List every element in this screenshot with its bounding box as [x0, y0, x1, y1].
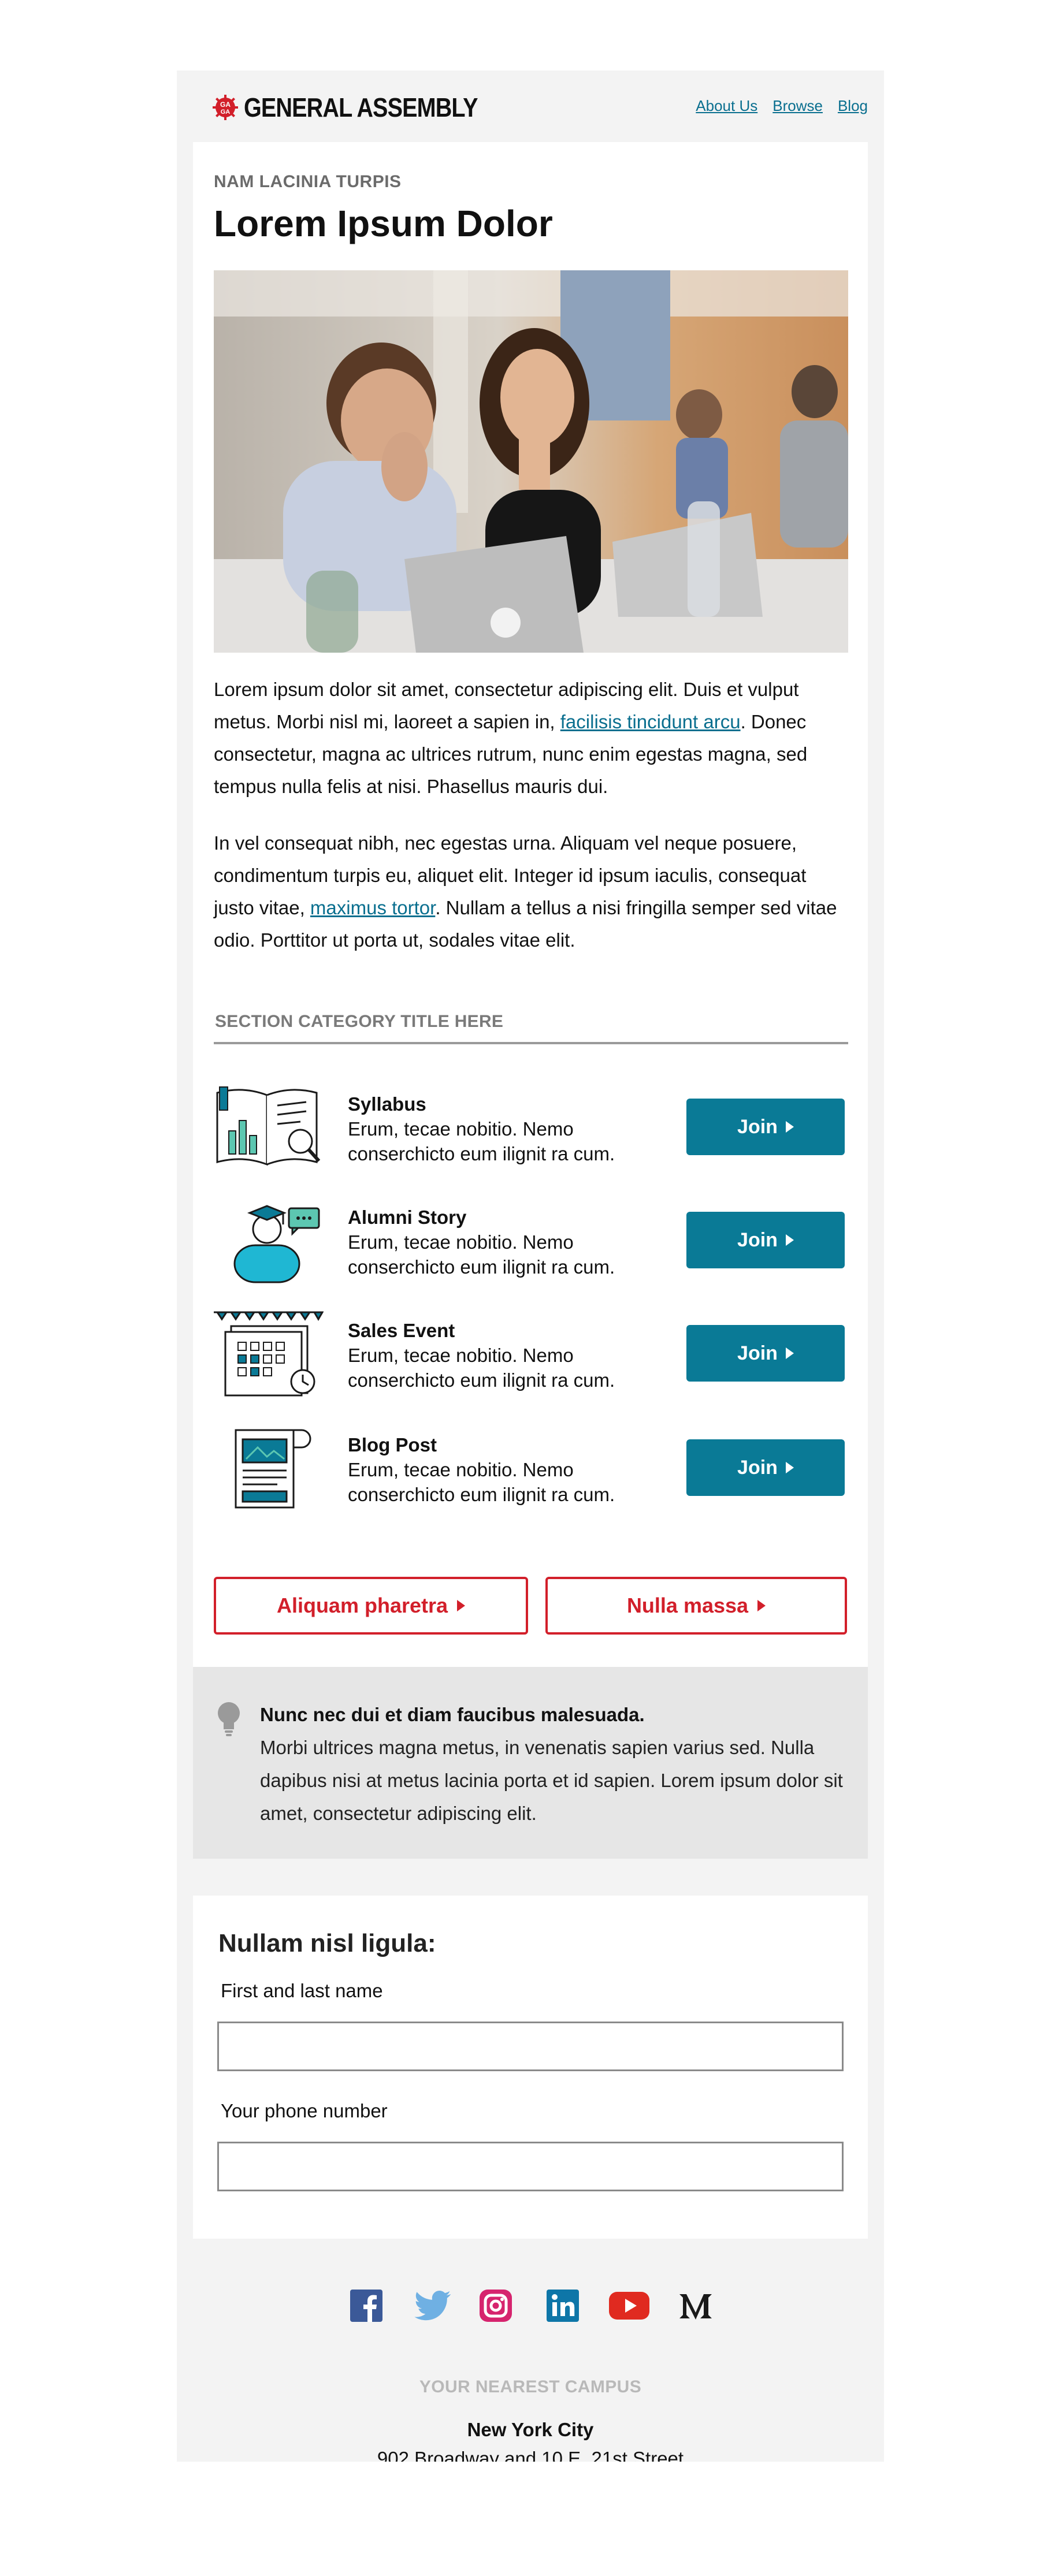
cta-right-label: Nulla massa [626, 1594, 749, 1617]
form-title: Nullam nisl ligula: [218, 1929, 436, 1957]
section-divider [214, 1042, 848, 1044]
join-button-syllabus[interactable]: Join [686, 1099, 845, 1155]
join-button-blog-post[interactable]: Join [686, 1439, 845, 1496]
play-arrow-icon [757, 1600, 766, 1611]
syllabus-text-block: Syllabus Erum, tecae nobitio. Nemo conse… [348, 1092, 671, 1166]
campus-city: New York City [467, 2419, 594, 2440]
phone-field-label: Your phone number [221, 2100, 388, 2121]
top-nav: About Us Browse Blog [696, 97, 868, 115]
email-frame: GA GA GENERAL ASSEMBLY About Us Browse B… [177, 70, 884, 2462]
svg-text:GA: GA [220, 100, 231, 109]
lightbulb-icon [218, 1702, 240, 1736]
facebook-icon[interactable] [350, 2290, 382, 2322]
list-item-description: Erum, tecae nobitio. Nemo conserchicto e… [348, 1459, 615, 1505]
campus-address: 902 Broadway and 10 E. 21st Street [377, 2448, 684, 2462]
inline-link-facilisis[interactable]: facilisis tincidunt arcu [560, 711, 741, 732]
play-arrow-icon [785, 1347, 794, 1359]
instagram-icon[interactable] [480, 2290, 512, 2322]
email-header: GA GA GENERAL ASSEMBLY About Us Browse B… [177, 70, 884, 142]
inline-link-maximus[interactable]: maximus tortor [310, 897, 435, 918]
blog-post-text-block: Blog Post Erum, tecae nobitio. Nemo cons… [348, 1432, 671, 1507]
join-button-label: Join [737, 1456, 778, 1479]
alumni-text-block: Alumni Story Erum, tecae nobitio. Nemo c… [348, 1205, 671, 1279]
sales-event-text-block: Sales Event Erum, tecae nobitio. Nemo co… [348, 1318, 671, 1393]
svg-text:GA: GA [221, 109, 231, 116]
campus-label: YOUR NEAREST CAMPUS [419, 2377, 642, 2396]
list-item-description: Erum, tecae nobitio. Nemo conserchicto e… [348, 1231, 615, 1278]
nav-link-blog[interactable]: Blog [838, 97, 868, 115]
youtube-icon[interactable] [609, 2290, 649, 2322]
tip-body: Morbi ultrices magna metus, in venenatis… [260, 1737, 843, 1824]
cta-nulla-massa-button[interactable]: Nulla massa [545, 1577, 847, 1635]
article-paragraph-1: Lorem ipsum dolor sit amet, consectetur … [214, 673, 849, 803]
join-button-sales-event[interactable]: Join [686, 1325, 845, 1382]
tip-text: Nunc nec dui et diam faucibus malesuada.… [260, 1698, 844, 1830]
article-title: Lorem Ipsum Dolor [214, 203, 553, 244]
list-item-syllabus: Syllabus Erum, tecae nobitio. Nemo conse… [214, 1084, 848, 1170]
name-field[interactable] [217, 2022, 844, 2071]
list-item-description: Erum, tecae nobitio. Nemo conserchicto e… [348, 1118, 615, 1164]
list-item-blog-post: Blog Post Erum, tecae nobitio. Nemo cons… [214, 1424, 848, 1511]
phone-field[interactable] [217, 2142, 844, 2191]
calendar-event-icon [214, 1311, 324, 1397]
list-item-heading: Alumni Story [348, 1207, 467, 1228]
play-arrow-icon [457, 1600, 466, 1611]
list-item-heading: Sales Event [348, 1320, 455, 1341]
list-item-heading: Blog Post [348, 1434, 437, 1455]
list-item-description: Erum, tecae nobitio. Nemo conserchicto e… [348, 1345, 615, 1391]
tip-heading: Nunc nec dui et diam faucibus malesuada. [260, 1704, 645, 1725]
hero-image [214, 270, 848, 653]
ga-logo-icon: GA GA [213, 95, 238, 120]
list-item-heading: Syllabus [348, 1093, 426, 1115]
section-category-title: SECTION CATEGORY TITLE HERE [215, 1012, 504, 1031]
cta-left-label: Aliquam pharetra [276, 1594, 448, 1617]
cta-aliquam-pharetra-button[interactable]: Aliquam pharetra [214, 1577, 528, 1635]
article-card: NAM LACINIA TURPIS Lorem Ipsum Dolor Lor… [193, 142, 868, 1667]
join-button-alumni-story[interactable]: Join [686, 1212, 845, 1268]
linkedin-icon[interactable] [547, 2290, 579, 2322]
join-button-label: Join [737, 1342, 778, 1364]
blog-document-icon [235, 1429, 311, 1509]
play-arrow-icon [785, 1462, 794, 1473]
article-paragraph-2: In vel consequat nibh, nec egestas urna.… [214, 827, 849, 956]
name-field-label: First and last name [221, 1980, 383, 2001]
list-item-alumni-story: Alumni Story Erum, tecae nobitio. Nemo c… [214, 1197, 848, 1283]
graduate-icon [233, 1205, 320, 1283]
syllabus-book-icon [216, 1086, 321, 1166]
tip-callout: Nunc nec dui et diam faucibus malesuada.… [193, 1667, 868, 1859]
article-eyebrow: NAM LACINIA TURPIS [214, 172, 402, 191]
twitter-icon[interactable] [414, 2290, 452, 2322]
play-arrow-icon [785, 1234, 794, 1246]
nav-link-about-us[interactable]: About Us [696, 97, 757, 115]
play-arrow-icon [785, 1121, 794, 1133]
nav-link-browse[interactable]: Browse [772, 97, 823, 115]
hero-photo-illustration [214, 270, 848, 653]
join-button-label: Join [737, 1229, 778, 1251]
list-item-sales-event: Sales Event Erum, tecae nobitio. Nemo co… [214, 1310, 848, 1397]
contact-form: Nullam nisl ligula: First and last name … [193, 1896, 868, 2239]
brand-name: GENERAL ASSEMBLY [244, 92, 478, 122]
brand-logo[interactable]: GA GA GENERAL ASSEMBLY [213, 92, 516, 122]
medium-icon[interactable] [678, 2290, 713, 2322]
join-button-label: Join [737, 1115, 778, 1138]
